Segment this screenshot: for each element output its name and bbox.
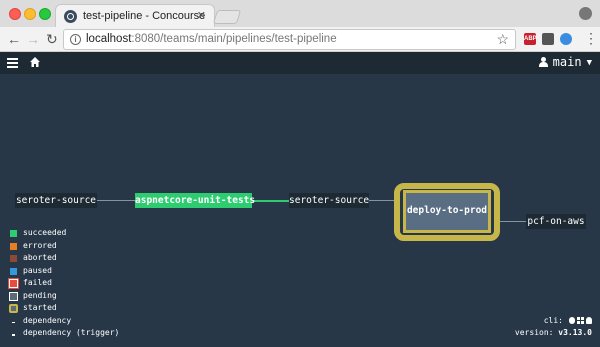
cli-icons [567, 315, 592, 327]
back-icon[interactable]: ← [7, 31, 21, 47]
browser-tab[interactable]: test-pipeline - Concourse ✕ [55, 4, 215, 27]
new-tab-button[interactable] [212, 10, 242, 24]
resource-pcf-on-aws[interactable]: pcf-on-aws [526, 214, 586, 229]
legend-label: dependency [23, 315, 72, 325]
tab-close-icon[interactable]: ✕ [197, 9, 206, 22]
maximize-window-button[interactable] [39, 8, 51, 20]
edge [369, 200, 397, 201]
paused-swatch [10, 267, 17, 275]
legend-label: succeeded [23, 228, 67, 237]
edge [97, 200, 135, 201]
failed-swatch [8, 278, 19, 289]
pipeline-canvas: seroter-source aspnetcore-unit-tests ser… [0, 74, 600, 347]
succeeded-swatch [10, 230, 17, 237]
url-path: :8080/teams/main/pipelines/test-pipeline [131, 33, 337, 45]
address-bar[interactable]: i localhost:8080/teams/main/pipelines/te… [63, 29, 516, 50]
legend-label: dependency (trigger) [23, 328, 120, 337]
concourse-favicon-icon [64, 10, 77, 23]
url-text[interactable]: localhost:8080/teams/main/pipelines/test… [86, 33, 337, 45]
home-icon[interactable] [29, 56, 41, 68]
job-aspnetcore-unit-tests[interactable]: aspnetcore-unit-tests [135, 193, 255, 208]
legend-label: pending [23, 290, 57, 300]
browser-toolbar: ← → ↻ i localhost:8080/teams/main/pipeli… [0, 27, 600, 52]
resource-seroter-source-output[interactable]: seroter-source [289, 193, 369, 208]
legend-succeeded: succeeded [9, 227, 119, 240]
edge [500, 221, 526, 222]
legend-label: started [23, 303, 57, 312]
reload-icon[interactable]: ↻ [46, 31, 58, 47]
windows-icon[interactable] [577, 317, 584, 324]
legend-label: aborted [23, 253, 57, 262]
close-window-button[interactable] [9, 8, 21, 20]
cli-downloads: cli: [515, 315, 592, 327]
job-label: deploy-to-prod [406, 205, 488, 216]
legend-failed: failed [8, 277, 119, 290]
started-swatch [9, 304, 18, 313]
hamburger-menu-icon[interactable] [7, 58, 18, 68]
info-icon[interactable]: i [70, 34, 81, 45]
tab-strip: test-pipeline - Concourse ✕ [0, 0, 600, 27]
browser-chrome: test-pipeline - Concourse ✕ ← → ↻ i loca… [0, 0, 600, 52]
user-icon [538, 57, 548, 67]
legend-pending: pending [9, 290, 119, 303]
legend-label: paused [23, 265, 52, 275]
profile-icon[interactable] [579, 7, 592, 20]
legend-label: errored [23, 240, 57, 250]
legend-paused: paused [9, 265, 119, 278]
edge-trigger [252, 200, 289, 202]
legend-dependency-trigger: dependency (trigger) [9, 327, 119, 340]
forward-icon[interactable]: → [26, 31, 40, 47]
bookmark-star-icon[interactable]: ☆ [496, 31, 509, 48]
legend-dependency: dependency [9, 315, 119, 328]
url-host: localhost [86, 33, 132, 45]
browser-menu-icon[interactable]: ⋮ [584, 31, 598, 45]
minimize-window-button[interactable] [24, 8, 36, 20]
extension-icon[interactable] [542, 33, 554, 45]
legend-label: failed [23, 278, 52, 287]
adblock-extension-icon[interactable]: ABP [524, 33, 537, 45]
tab-title: test-pipeline - Concourse [83, 10, 206, 22]
linux-icon[interactable] [586, 317, 592, 324]
version-value: v3.13.0 [558, 328, 592, 337]
user-menu[interactable]: main ▼ [538, 55, 592, 69]
caret-down-icon: ▼ [586, 58, 592, 68]
resource-seroter-source-input[interactable]: seroter-source [15, 193, 97, 208]
legend-errored: errored [9, 240, 119, 253]
extension-icon[interactable] [560, 33, 572, 45]
aborted-swatch [10, 255, 17, 262]
footer: cli: version: v3.13.0 [515, 315, 592, 339]
job-deploy-to-prod[interactable]: deploy-to-prod [403, 190, 491, 233]
version-info: version: v3.13.0 [515, 327, 592, 339]
dependency-swatch [12, 321, 15, 323]
legend-aborted: aborted [9, 252, 119, 265]
concourse-topbar: main ▼ [0, 52, 600, 74]
apple-icon[interactable] [569, 317, 575, 324]
legend-started: started [9, 302, 119, 315]
cli-label: cli: [543, 316, 563, 325]
errored-swatch [10, 242, 17, 250]
pending-swatch [9, 291, 18, 301]
version-label: version: [514, 328, 554, 337]
legend: succeeded errored aborted paused failed … [8, 227, 119, 340]
user-name: main [552, 55, 582, 69]
dependency-trigger-swatch [12, 334, 15, 336]
